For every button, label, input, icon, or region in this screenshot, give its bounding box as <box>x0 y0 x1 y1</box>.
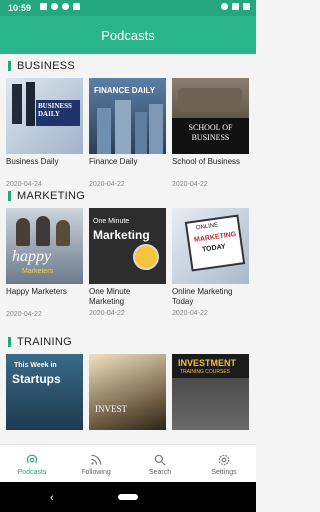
rss-icon <box>91 454 102 465</box>
thumb-text: INVEST <box>95 404 127 414</box>
thumb-text: Marketers <box>22 268 54 275</box>
notification-icons <box>40 3 80 10</box>
nav-following[interactable]: Following <box>64 445 128 483</box>
thumb-text: SCHOOL OF BUSINESS <box>188 123 233 142</box>
podcast-list[interactable]: BUSINESS BUSINESS DAILY Business Daily 2… <box>0 54 256 444</box>
section-accent-bar <box>8 191 11 201</box>
thumb-text: happy <box>12 248 52 265</box>
podcast-thumbnail: SCHOOL OF BUSINESS <box>172 78 249 154</box>
podcast-tile-this-week-in-startups[interactable]: This Week in Startups <box>6 354 83 430</box>
thumb-text: This Week in <box>14 362 57 369</box>
section-header: BUSINESS <box>0 54 256 78</box>
tile-title: Finance Daily <box>89 157 138 166</box>
section-title: BUSINESS <box>17 60 76 72</box>
tile-title: School of Business <box>172 157 241 166</box>
system-navigation-bar: ‹ <box>0 482 256 512</box>
search-icon <box>154 454 166 466</box>
nav-label: Following <box>81 468 111 476</box>
back-icon[interactable]: ‹ <box>50 492 54 504</box>
nav-settings[interactable]: Settings <box>192 445 256 483</box>
podcast-tile-investment-training[interactable]: INVESTMENT TRAINING COURSES <box>172 354 249 430</box>
thumb-text: BUSINESS DAILY <box>38 102 72 118</box>
tile-date: 2020-04-22 <box>6 311 42 318</box>
podcast-tile-school-of-business[interactable]: SCHOOL OF BUSINESS School of Business 20… <box>172 78 249 188</box>
podcast-tile-online-marketing-today[interactable]: ONLINE MARKETING TODAY Online Marketing … <box>172 208 249 318</box>
section-header: TRAINING <box>0 330 256 354</box>
section-marketing: MARKETING happy Marketers Happy Marketer… <box>0 184 256 330</box>
tile-date: 2020-04-22 <box>89 310 125 317</box>
nav-label: Search <box>148 468 172 476</box>
podcast-thumbnail: happy Marketers <box>6 208 83 284</box>
podcast-tile-happy-marketers[interactable]: happy Marketers Happy Marketers 2020-04-… <box>6 208 83 318</box>
section-title: MARKETING <box>17 190 86 202</box>
podcast-tile-business-daily[interactable]: BUSINESS DAILY Business Daily 2020-04-24 <box>6 78 83 188</box>
gear-icon <box>218 454 230 465</box>
podcast-tile-one-minute-marketing[interactable]: One Minute Marketing One Minute Marketin… <box>89 208 166 318</box>
status-bar: 10:59 <box>0 0 256 16</box>
nav-label: Settings <box>211 468 237 476</box>
podcast-thumbnail: INVESTMENT TRAINING COURSES <box>172 354 249 430</box>
section-training: TRAINING This Week in Startups INVEST IN… <box>0 330 256 440</box>
tile-title: Business Daily <box>6 157 59 166</box>
section-title: TRAINING <box>17 336 72 348</box>
podcast-thumbnail: BUSINESS DAILY <box>6 78 83 154</box>
podcast-tile-invest[interactable]: INVEST <box>89 354 166 430</box>
bottom-nav: Podcasts Following Search Settings <box>0 444 256 483</box>
tile-title: One Minute Marketing <box>89 287 131 306</box>
battery-icon <box>243 3 250 10</box>
tile-date: 2020-04-22 <box>172 310 208 317</box>
location-icon <box>221 3 228 10</box>
thumb-text: FINANCE DAILY <box>94 86 156 95</box>
home-pill-icon[interactable] <box>118 494 138 500</box>
dot-icon <box>62 3 69 10</box>
status-time: 10:59 <box>8 3 32 13</box>
podcast-thumbnail: FINANCE DAILY <box>89 78 166 154</box>
thumb-text: INVESTMENT <box>178 358 237 368</box>
podcast-icon <box>26 454 38 463</box>
thumb-text: Startups <box>12 372 61 386</box>
image-icon <box>40 3 47 10</box>
nav-podcasts[interactable]: Podcasts <box>0 445 64 483</box>
section-accent-bar <box>8 337 11 347</box>
thumb-text: TRAINING COURSES <box>180 369 231 375</box>
thumb-text: One Minute <box>93 218 130 225</box>
podcast-thumbnail: This Week in Startups <box>6 354 83 430</box>
section-accent-bar <box>8 61 11 71</box>
podcast-tile-finance-daily[interactable]: FINANCE DAILY Finance Daily 2020-04-22 <box>89 78 166 188</box>
tile-title: Online Marketing Today <box>172 287 233 306</box>
facebook-icon <box>51 3 58 10</box>
mail-icon <box>73 3 80 10</box>
wifi-icon <box>232 3 239 10</box>
system-icons <box>221 3 250 10</box>
app-bar: Podcasts <box>0 16 256 54</box>
thumb-text: Marketing <box>93 228 150 242</box>
tile-title: Happy Marketers <box>6 287 67 296</box>
podcast-thumbnail: INVEST <box>89 354 166 430</box>
podcast-thumbnail: ONLINE MARKETING TODAY <box>172 208 249 284</box>
nav-label: Podcasts <box>17 468 47 476</box>
page-title: Podcasts <box>101 27 155 43</box>
podcast-thumbnail: One Minute Marketing <box>89 208 166 284</box>
nav-search[interactable]: Search <box>128 445 192 483</box>
section-business: BUSINESS BUSINESS DAILY Business Daily 2… <box>0 54 256 188</box>
section-header: MARKETING <box>0 184 256 208</box>
